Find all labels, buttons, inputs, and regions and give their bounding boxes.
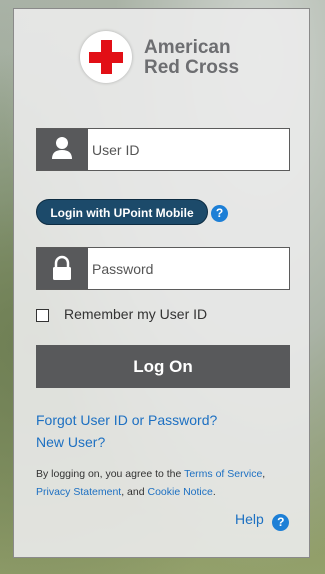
help-link[interactable]: Help [235, 511, 264, 527]
forgot-credentials-link[interactable]: Forgot User ID or Password? [36, 412, 217, 428]
remember-label[interactable]: Remember my User ID [64, 306, 207, 322]
cookie-notice-link[interactable]: Cookie Notice [147, 486, 212, 498]
terms-end: . [212, 486, 216, 498]
american-red-cross-logo: American Red Cross [80, 31, 250, 87]
brand-name: American Red Cross [144, 38, 254, 78]
brand-name-line1: American [144, 37, 231, 58]
brand-name-line2: Red Cross [144, 57, 240, 78]
red-cross-logo [80, 31, 132, 83]
terms-prefix: By logging on, you agree to the [36, 468, 182, 480]
login-panel: American Red Cross Login with UPoint Mob… [13, 8, 310, 558]
log-on-button[interactable]: Log On [36, 345, 290, 388]
terms-notice: By logging on, you agree to the Terms of… [36, 465, 288, 501]
help-question-icon[interactable]: ? [211, 205, 228, 222]
terms-and: , and [121, 486, 145, 498]
user-id-field [36, 128, 290, 171]
upoint-mobile-login-button[interactable]: Login with UPoint Mobile [36, 199, 208, 225]
help-question-icon[interactable]: ? [272, 514, 290, 531]
terms-of-service-link[interactable]: Terms of Service [184, 468, 262, 480]
terms-comma: , [262, 468, 266, 480]
lock-icon [37, 248, 88, 289]
privacy-statement-link[interactable]: Privacy Statement [36, 486, 121, 498]
person-icon [37, 129, 88, 170]
help-link-group: Help ? [235, 511, 290, 531]
new-user-link[interactable]: New User? [36, 434, 105, 450]
user-id-input[interactable] [88, 129, 288, 170]
remember-checkbox[interactable] [36, 309, 49, 322]
password-input[interactable] [88, 248, 288, 289]
password-field [36, 247, 290, 290]
